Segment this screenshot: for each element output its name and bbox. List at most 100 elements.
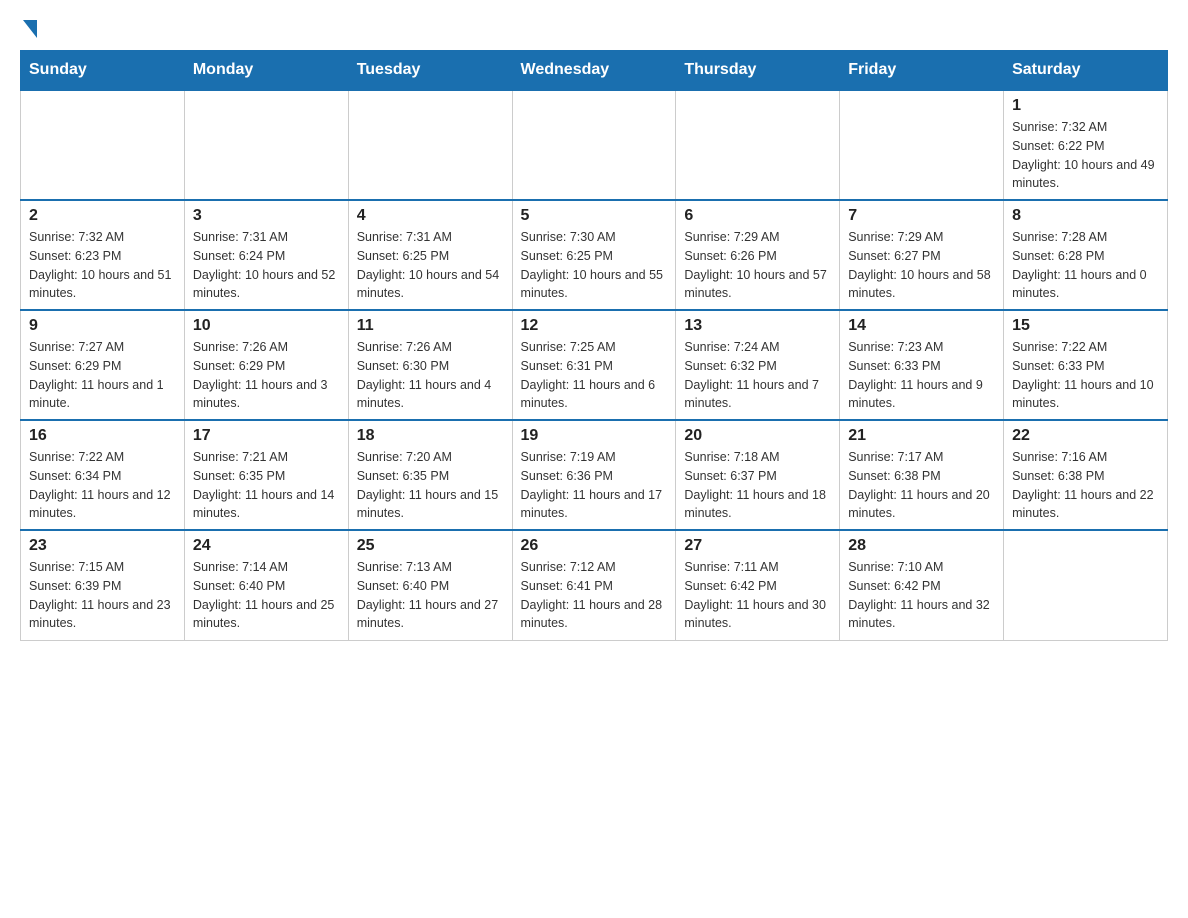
header-wednesday: Wednesday	[512, 51, 676, 91]
day-number: 6	[684, 207, 831, 225]
calendar-week-row: 2 Sunrise: 7:32 AMSunset: 6:23 PMDaylight…	[21, 200, 1168, 310]
logo	[20, 20, 37, 32]
day-info: Sunrise: 7:14 AMSunset: 6:40 PMDaylight:…	[193, 558, 340, 633]
day-number: 18	[357, 427, 504, 445]
day-number: 21	[848, 427, 995, 445]
day-info: Sunrise: 7:20 AMSunset: 6:35 PMDaylight:…	[357, 448, 504, 523]
calendar-cell	[348, 90, 512, 200]
day-number: 12	[521, 317, 668, 335]
calendar-cell: 12 Sunrise: 7:25 AMSunset: 6:31 PMDayligh…	[512, 310, 676, 420]
day-number: 22	[1012, 427, 1159, 445]
calendar-table: Sunday Monday Tuesday Wednesday Thursday…	[20, 50, 1168, 641]
calendar-cell: 11 Sunrise: 7:26 AMSunset: 6:30 PMDayligh…	[348, 310, 512, 420]
day-info: Sunrise: 7:22 AMSunset: 6:34 PMDaylight:…	[29, 448, 176, 523]
day-info: Sunrise: 7:12 AMSunset: 6:41 PMDaylight:…	[521, 558, 668, 633]
day-number: 7	[848, 207, 995, 225]
day-info: Sunrise: 7:25 AMSunset: 6:31 PMDaylight:…	[521, 338, 668, 413]
day-number: 8	[1012, 207, 1159, 225]
calendar-cell: 23Sunrise: 7:15 AMSunset: 6:39 PMDayligh…	[21, 530, 185, 640]
calendar-cell: 18 Sunrise: 7:20 AMSunset: 6:35 PMDayligh…	[348, 420, 512, 530]
day-info: Sunrise: 7:32 AMSunset: 6:22 PMDaylight:…	[1012, 118, 1159, 193]
day-info: Sunrise: 7:17 AMSunset: 6:38 PMDaylight:…	[848, 448, 995, 523]
day-number: 25	[357, 537, 504, 555]
day-info: Sunrise: 7:29 AMSunset: 6:26 PMDaylight:…	[684, 228, 831, 303]
day-number: 15	[1012, 317, 1159, 335]
day-number: 26	[521, 537, 668, 555]
calendar-cell: 19 Sunrise: 7:19 AMSunset: 6:36 PMDayligh…	[512, 420, 676, 530]
header-friday: Friday	[840, 51, 1004, 91]
day-number: 5	[521, 207, 668, 225]
day-info: Sunrise: 7:19 AMSunset: 6:36 PMDaylight:…	[521, 448, 668, 523]
calendar-cell: 8 Sunrise: 7:28 AMSunset: 6:28 PMDaylight…	[1004, 200, 1168, 310]
calendar-cell: 17Sunrise: 7:21 AMSunset: 6:35 PMDayligh…	[184, 420, 348, 530]
calendar-cell: 26 Sunrise: 7:12 AMSunset: 6:41 PMDayligh…	[512, 530, 676, 640]
calendar-cell: 27 Sunrise: 7:11 AMSunset: 6:42 PMDayligh…	[676, 530, 840, 640]
calendar-cell: 24 Sunrise: 7:14 AMSunset: 6:40 PMDayligh…	[184, 530, 348, 640]
day-info: Sunrise: 7:24 AMSunset: 6:32 PMDaylight:…	[684, 338, 831, 413]
logo-arrow-icon	[23, 20, 37, 38]
day-number: 16	[29, 427, 176, 445]
calendar-week-row: 1 Sunrise: 7:32 AMSunset: 6:22 PMDaylight…	[21, 90, 1168, 200]
calendar-cell	[21, 90, 185, 200]
day-info: Sunrise: 7:31 AMSunset: 6:25 PMDaylight:…	[357, 228, 504, 303]
calendar-cell: 4 Sunrise: 7:31 AMSunset: 6:25 PMDaylight…	[348, 200, 512, 310]
day-number: 20	[684, 427, 831, 445]
day-number: 28	[848, 537, 995, 555]
calendar-cell	[184, 90, 348, 200]
day-info: Sunrise: 7:10 AMSunset: 6:42 PMDaylight:…	[848, 558, 995, 633]
day-number: 14	[848, 317, 995, 335]
day-number: 24	[193, 537, 340, 555]
calendar-cell	[840, 90, 1004, 200]
day-number: 2	[29, 207, 176, 225]
calendar-cell: 5 Sunrise: 7:30 AMSunset: 6:25 PMDaylight…	[512, 200, 676, 310]
day-number: 9	[29, 317, 176, 335]
day-number: 10	[193, 317, 340, 335]
day-info: Sunrise: 7:26 AMSunset: 6:30 PMDaylight:…	[357, 338, 504, 413]
day-number: 13	[684, 317, 831, 335]
calendar-cell: 21 Sunrise: 7:17 AMSunset: 6:38 PMDayligh…	[840, 420, 1004, 530]
calendar-cell: 3Sunrise: 7:31 AMSunset: 6:24 PMDaylight…	[184, 200, 348, 310]
calendar-cell	[676, 90, 840, 200]
calendar-cell: 20 Sunrise: 7:18 AMSunset: 6:37 PMDayligh…	[676, 420, 840, 530]
day-info: Sunrise: 7:29 AMSunset: 6:27 PMDaylight:…	[848, 228, 995, 303]
header-monday: Monday	[184, 51, 348, 91]
calendar-cell: 1 Sunrise: 7:32 AMSunset: 6:22 PMDaylight…	[1004, 90, 1168, 200]
calendar-week-row: 16 Sunrise: 7:22 AMSunset: 6:34 PMDayligh…	[21, 420, 1168, 530]
header-tuesday: Tuesday	[348, 51, 512, 91]
day-info: Sunrise: 7:32 AMSunset: 6:23 PMDaylight:…	[29, 228, 176, 303]
day-info: Sunrise: 7:15 AMSunset: 6:39 PMDaylight:…	[29, 558, 176, 633]
page-header	[20, 20, 1168, 32]
calendar-cell: 13 Sunrise: 7:24 AMSunset: 6:32 PMDayligh…	[676, 310, 840, 420]
day-info: Sunrise: 7:11 AMSunset: 6:42 PMDaylight:…	[684, 558, 831, 633]
calendar-cell: 10 Sunrise: 7:26 AMSunset: 6:29 PMDayligh…	[184, 310, 348, 420]
day-number: 19	[521, 427, 668, 445]
day-info: Sunrise: 7:31 AMSunset: 6:24 PMDaylight:…	[193, 228, 340, 303]
day-info: Sunrise: 7:30 AMSunset: 6:25 PMDaylight:…	[521, 228, 668, 303]
day-info: Sunrise: 7:18 AMSunset: 6:37 PMDaylight:…	[684, 448, 831, 523]
calendar-cell: 16 Sunrise: 7:22 AMSunset: 6:34 PMDayligh…	[21, 420, 185, 530]
logo-general-text	[20, 20, 37, 38]
day-info: Sunrise: 7:22 AMSunset: 6:33 PMDaylight:…	[1012, 338, 1159, 413]
calendar-cell: 9Sunrise: 7:27 AMSunset: 6:29 PMDaylight…	[21, 310, 185, 420]
day-number: 11	[357, 317, 504, 335]
day-info: Sunrise: 7:13 AMSunset: 6:40 PMDaylight:…	[357, 558, 504, 633]
day-info: Sunrise: 7:21 AMSunset: 6:35 PMDaylight:…	[193, 448, 340, 523]
day-info: Sunrise: 7:23 AMSunset: 6:33 PMDaylight:…	[848, 338, 995, 413]
day-number: 4	[357, 207, 504, 225]
calendar-cell	[512, 90, 676, 200]
header-thursday: Thursday	[676, 51, 840, 91]
day-number: 1	[1012, 97, 1159, 115]
weekday-header-row: Sunday Monday Tuesday Wednesday Thursday…	[21, 51, 1168, 91]
calendar-week-row: 9Sunrise: 7:27 AMSunset: 6:29 PMDaylight…	[21, 310, 1168, 420]
calendar-cell: 28 Sunrise: 7:10 AMSunset: 6:42 PMDayligh…	[840, 530, 1004, 640]
calendar-cell: 2 Sunrise: 7:32 AMSunset: 6:23 PMDaylight…	[21, 200, 185, 310]
calendar-cell: 25 Sunrise: 7:13 AMSunset: 6:40 PMDayligh…	[348, 530, 512, 640]
header-sunday: Sunday	[21, 51, 185, 91]
calendar-cell	[1004, 530, 1168, 640]
day-info: Sunrise: 7:16 AMSunset: 6:38 PMDaylight:…	[1012, 448, 1159, 523]
calendar-week-row: 23Sunrise: 7:15 AMSunset: 6:39 PMDayligh…	[21, 530, 1168, 640]
day-info: Sunrise: 7:26 AMSunset: 6:29 PMDaylight:…	[193, 338, 340, 413]
calendar-cell: 6 Sunrise: 7:29 AMSunset: 6:26 PMDaylight…	[676, 200, 840, 310]
day-info: Sunrise: 7:28 AMSunset: 6:28 PMDaylight:…	[1012, 228, 1159, 303]
day-number: 27	[684, 537, 831, 555]
